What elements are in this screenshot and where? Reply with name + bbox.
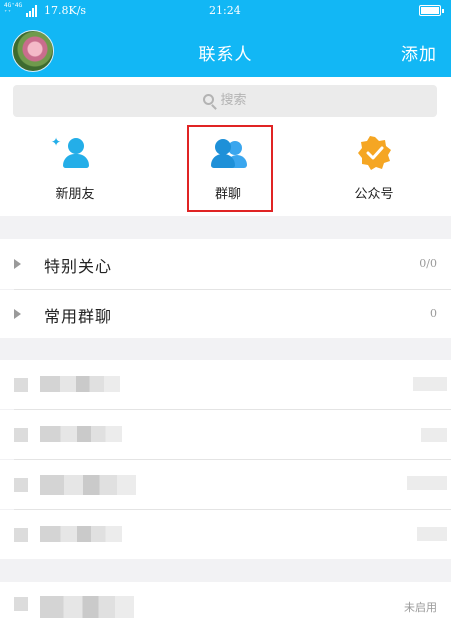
contact-name-obscured [40, 475, 136, 495]
expand-arrow-icon [14, 259, 21, 269]
contact-meta-obscured [407, 476, 447, 490]
contact-avatar [14, 478, 28, 492]
search-placeholder: 搜索 [220, 93, 247, 108]
header-bar: 4G⁺4G ⁺⁺ 17.8K/s 21:24 联系人 添加 [0, 0, 451, 77]
network-type-label: 4G⁺4G [4, 2, 23, 9]
official-accounts-shortcut[interactable]: 公众号 [319, 128, 429, 208]
group-name: 特别关心 [44, 257, 113, 276]
status-bar: 4G⁺4G ⁺⁺ 17.8K/s 21:24 [0, 0, 451, 22]
contact-name-obscured [40, 376, 120, 392]
contact-meta-obscured [417, 527, 447, 541]
search-input[interactable]: 搜索 [13, 85, 437, 117]
contact-avatar [14, 597, 28, 611]
list-item[interactable] [0, 510, 451, 559]
contact-name-obscured [40, 596, 134, 618]
search-icon [203, 94, 215, 105]
contact-name-obscured [40, 526, 122, 542]
list-item[interactable]: 未启用 [0, 582, 451, 620]
page-title: 联系人 [198, 45, 253, 65]
signal-bars-icon [26, 5, 40, 17]
add-button[interactable]: 添加 [401, 40, 437, 65]
status-badge: 未启用 [404, 601, 437, 614]
network-speed: 17.8K/s [44, 4, 87, 17]
new-friend-icon: ✦ [51, 135, 91, 170]
official-account-icon [358, 136, 391, 170]
new-friends-label: 新朋友 [55, 187, 95, 202]
network-sub-label: ⁺⁺ [4, 9, 12, 16]
group-special-care[interactable]: 特别关心 0/0 [0, 239, 451, 289]
group-name: 常用群聊 [44, 307, 113, 326]
group-chat-highlight-box [187, 125, 273, 212]
contact-avatar [14, 428, 28, 442]
new-friends-shortcut[interactable]: ✦ 新朋友 [20, 128, 130, 208]
list-item[interactable] [0, 360, 451, 409]
expand-arrow-icon [14, 309, 21, 319]
contact-avatar [14, 378, 28, 392]
group-frequent-chats[interactable]: 常用群聊 0 [0, 290, 451, 338]
contact-name-obscured [40, 426, 122, 442]
group-count: 0/0 [419, 257, 437, 270]
list-item[interactable] [0, 460, 451, 509]
status-time: 21:24 [209, 4, 241, 17]
contact-avatar [14, 528, 28, 542]
network-indicator: 4G⁺4G ⁺⁺ [4, 2, 38, 18]
battery-icon [419, 5, 444, 16]
list-item[interactable] [0, 410, 451, 459]
official-accounts-label: 公众号 [354, 187, 394, 202]
group-count: 0 [430, 307, 437, 320]
contact-meta-obscured [421, 428, 447, 442]
contact-meta-obscured [413, 377, 447, 391]
